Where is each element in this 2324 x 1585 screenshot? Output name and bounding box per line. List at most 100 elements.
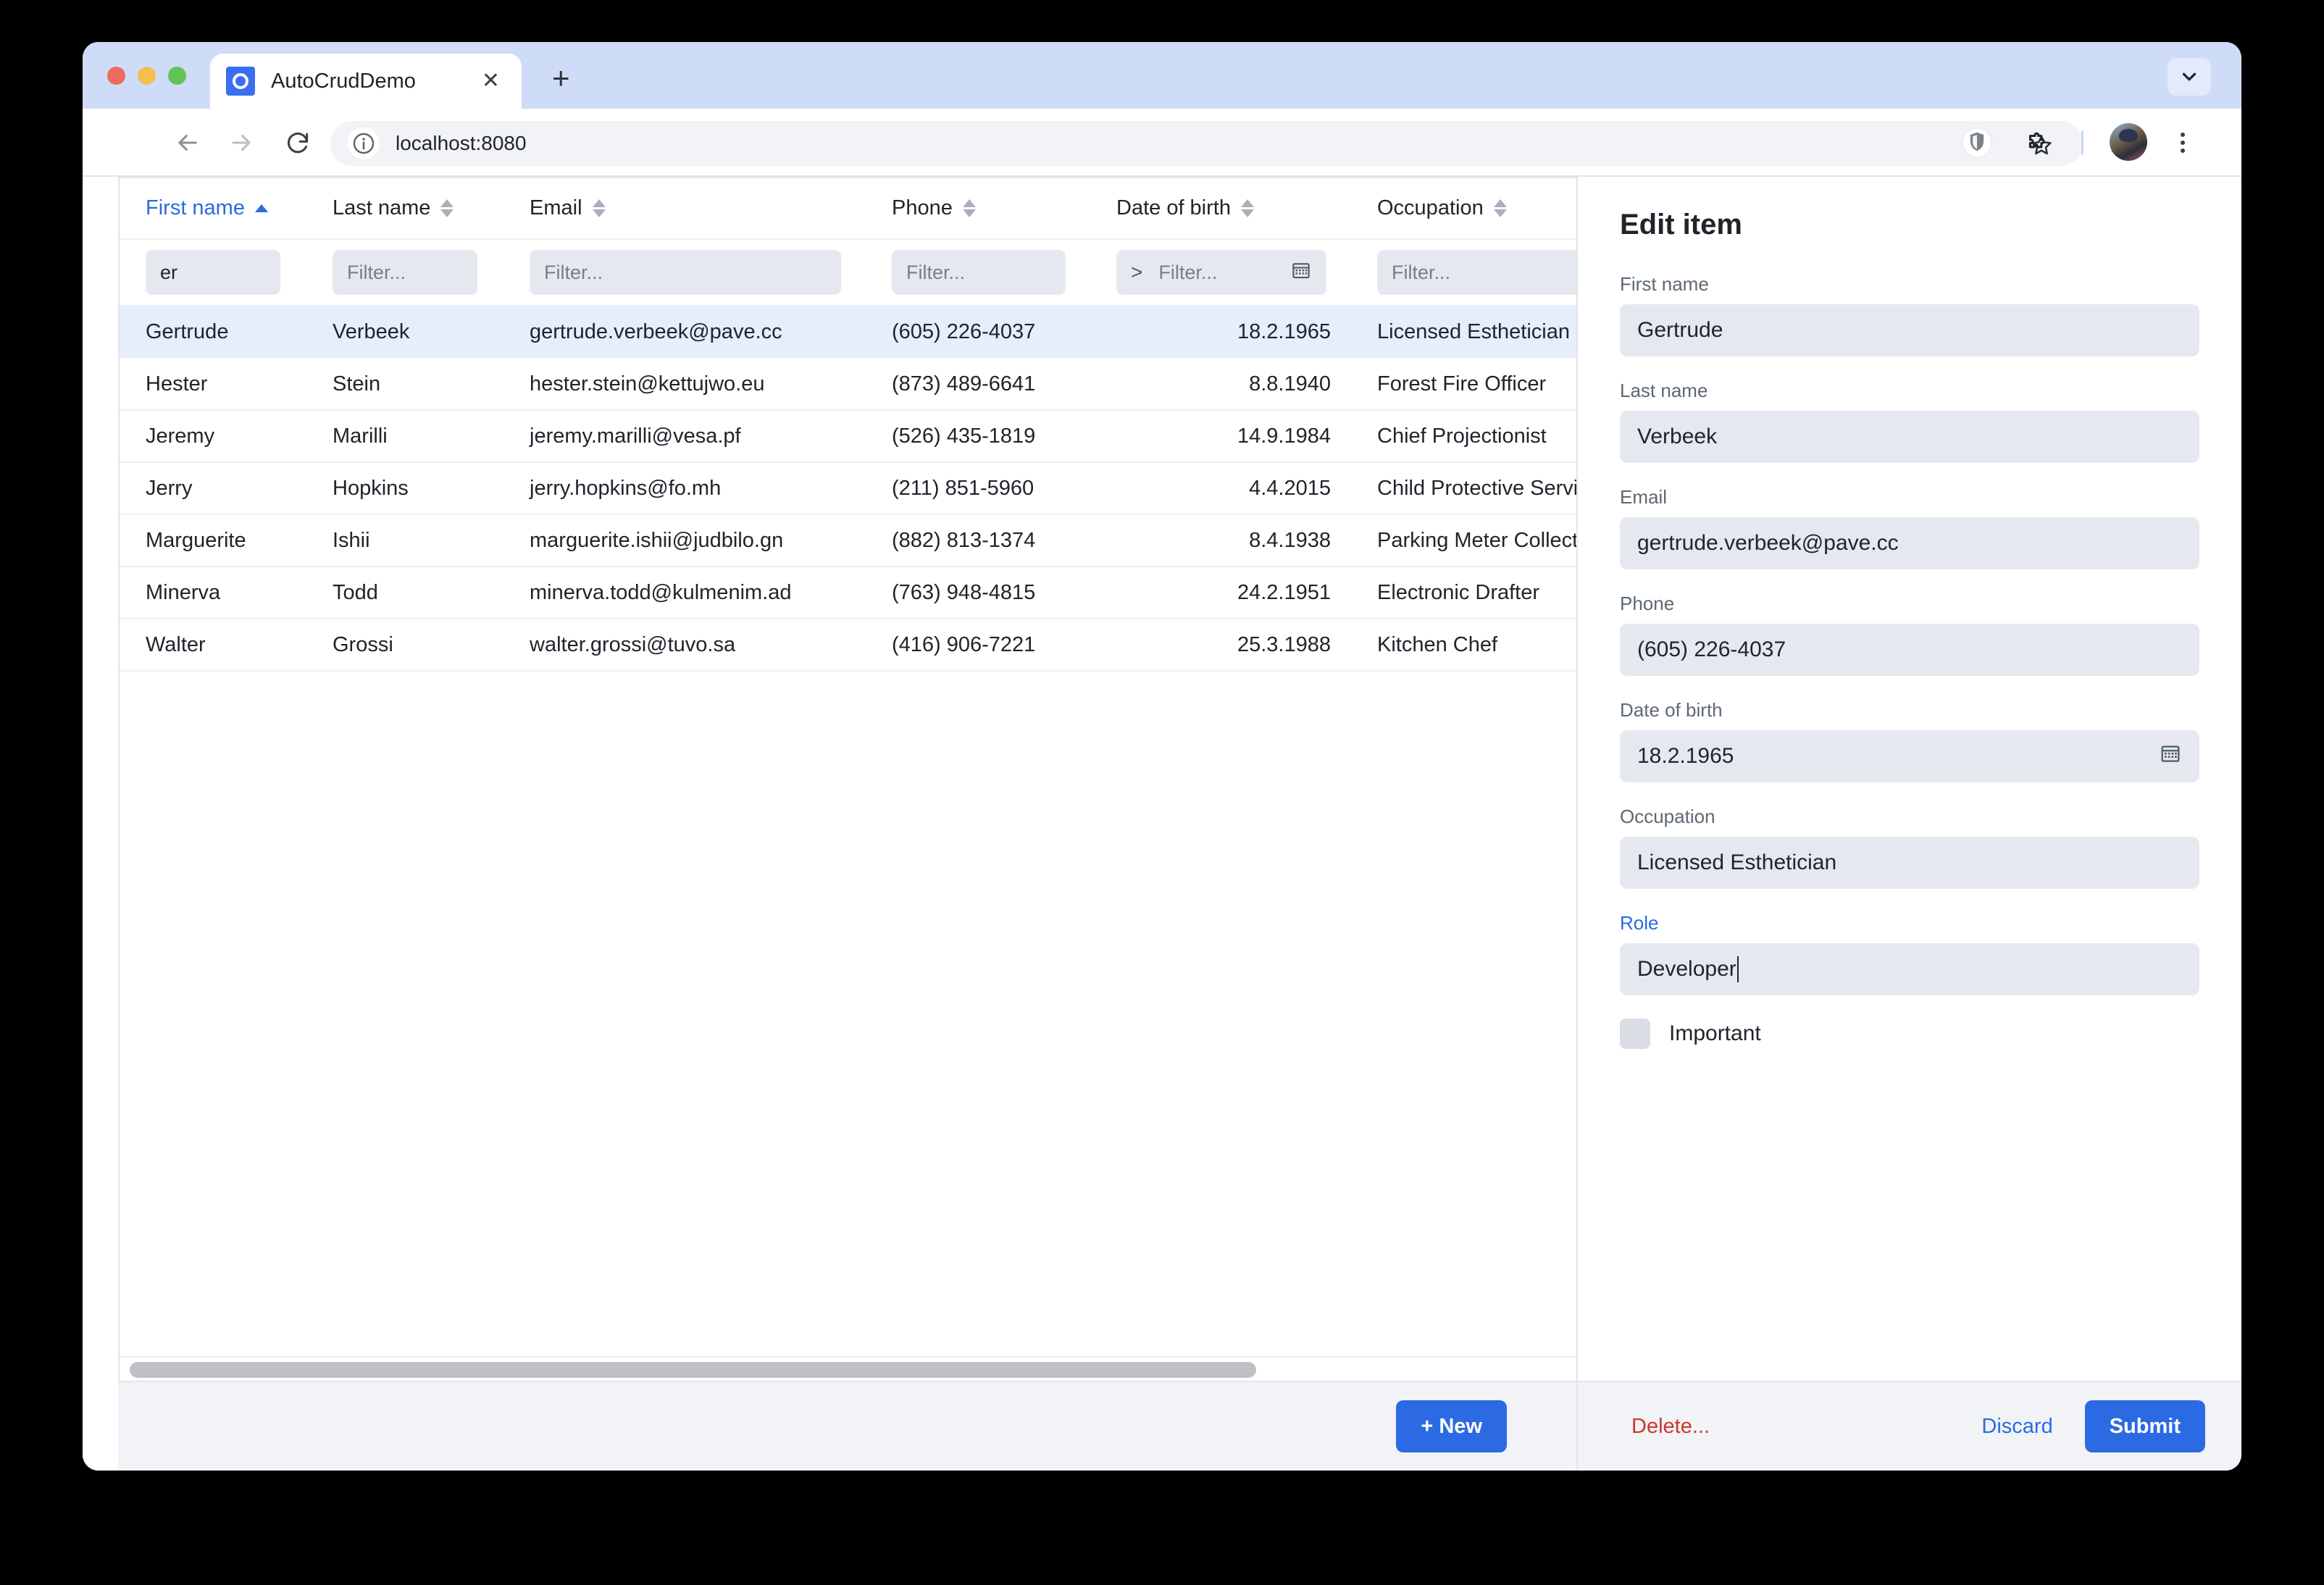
tab-close-icon[interactable]: ✕ (476, 67, 506, 95)
field-label: Role (1620, 912, 2199, 934)
cell-first-name: Marguerite (120, 514, 306, 566)
field-value: Verbeek (1637, 425, 1717, 449)
date-of-birth-input[interactable]: 18.2.1965 (1620, 730, 2199, 782)
info-circle-icon (351, 131, 376, 156)
site-info-icon[interactable] (348, 127, 380, 159)
last-name-input[interactable]: Verbeek (1620, 411, 2199, 463)
cell-phone: (416) 906-7221 (866, 619, 1090, 671)
important-checkbox[interactable] (1620, 1019, 1650, 1049)
cell-first-name: Walter (120, 619, 306, 671)
table-row[interactable]: Minerva Todd minerva.todd@kulmenim.ad (7… (120, 566, 1576, 619)
cell-last-name: Hopkins (306, 462, 503, 514)
puzzle-extension-icon[interactable] (2018, 125, 2055, 161)
table-row[interactable]: Jeremy Marilli jeremy.marilli@vesa.pf (5… (120, 410, 1576, 462)
filter-input-last-name[interactable]: Filter... (333, 250, 477, 295)
reload-button[interactable] (280, 125, 316, 161)
column-header-label: Last name (333, 196, 430, 220)
filter-input-occupation[interactable]: Filter... (1377, 250, 1576, 295)
field-email: Email gertrude.verbeek@pave.cc (1620, 486, 2199, 569)
table-row[interactable]: Gertrude Verbeek gertrude.verbeek@pave.c… (120, 306, 1576, 358)
data-grid: First name Last name (118, 177, 1576, 1381)
first-name-input[interactable]: Gertrude (1620, 304, 2199, 356)
window-minimize-button[interactable] (138, 67, 156, 85)
column-header-occupation[interactable]: Occupation (1351, 178, 1576, 239)
field-phone: Phone (605) 226-4037 (1620, 593, 2199, 676)
grid-horizontal-scrollbar[interactable] (120, 1356, 1576, 1381)
cell-phone: (605) 226-4037 (866, 306, 1090, 358)
browser-tab[interactable]: AutoCrudDemo ✕ (210, 54, 522, 109)
address-bar[interactable]: localhost:8080 (330, 121, 2083, 166)
column-header-last-name[interactable]: Last name (306, 178, 503, 239)
grid-scrollbar-thumb[interactable] (130, 1362, 1256, 1378)
submit-button[interactable]: Submit (2085, 1400, 2205, 1452)
table-row[interactable]: Hester Stein hester.stein@kettujwo.eu (8… (120, 358, 1576, 410)
cell-first-name: Jerry (120, 462, 306, 514)
sort-ascending-icon (255, 204, 268, 212)
new-tab-button[interactable]: + (552, 62, 570, 94)
chevron-down-icon (2178, 66, 2200, 88)
important-checkbox-row[interactable]: Important (1620, 1019, 2199, 1049)
field-label: Phone (1620, 593, 2199, 615)
column-header-label: Occupation (1377, 196, 1484, 220)
cell-date-of-birth: 8.4.1938 (1090, 514, 1351, 566)
filter-input-first-name[interactable]: er (146, 250, 280, 295)
table-row[interactable]: Marguerite Ishii marguerite.ishii@judbil… (120, 514, 1576, 566)
column-header-phone[interactable]: Phone (866, 178, 1090, 239)
field-role: Role Developer (1620, 912, 2199, 995)
occupation-input[interactable]: Licensed Esthetician (1620, 837, 2199, 889)
app-favicon (226, 67, 255, 96)
window-close-button[interactable] (107, 67, 125, 85)
edit-item-panel: Edit item First name Gertrude Last name … (1576, 177, 2241, 1471)
field-label: Last name (1620, 380, 2199, 402)
column-header-first-name[interactable]: First name (120, 178, 306, 239)
filter-input-email[interactable]: Filter... (530, 250, 841, 295)
shield-extension-icon[interactable] (1959, 125, 1995, 161)
phone-input[interactable]: (605) 226-4037 (1620, 624, 2199, 676)
cell-phone: (211) 851-5960 (866, 462, 1090, 514)
field-label: Email (1620, 486, 2199, 509)
cell-email: jeremy.marilli@vesa.pf (503, 410, 866, 462)
back-button[interactable] (170, 125, 206, 161)
cell-occupation: Chief Projectionist (1351, 410, 1576, 462)
calendar-icon[interactable] (1290, 259, 1312, 286)
important-label: Important (1669, 1021, 1761, 1046)
column-header-email[interactable]: Email (503, 178, 866, 239)
role-input[interactable]: Developer (1620, 943, 2199, 995)
cell-first-name: Hester (120, 358, 306, 410)
cell-email: minerva.todd@kulmenim.ad (503, 566, 866, 619)
discard-button[interactable]: Discard (1967, 1400, 2067, 1452)
cell-last-name: Stein (306, 358, 503, 410)
forward-button[interactable] (223, 125, 259, 161)
browser-window: AutoCrudDemo ✕ + (83, 42, 2241, 1471)
filter-operator[interactable]: > (1131, 261, 1142, 284)
cell-last-name: Grossi (306, 619, 503, 671)
window-traffic-lights (107, 67, 186, 85)
column-header-date-of-birth[interactable]: Date of birth (1090, 178, 1351, 239)
data-grid-table: First name Last name (120, 178, 1576, 672)
column-header-label: Date of birth (1116, 196, 1231, 220)
profile-avatar[interactable] (2110, 123, 2147, 161)
puzzle-icon (2021, 127, 2052, 158)
cell-date-of-birth: 18.2.1965 (1090, 306, 1351, 358)
filter-input-date-of-birth[interactable]: > Filter... (1116, 250, 1326, 295)
cell-date-of-birth: 14.9.1984 (1090, 410, 1351, 462)
cell-email: jerry.hopkins@fo.mh (503, 462, 866, 514)
field-label: Occupation (1620, 806, 2199, 828)
filter-value: er (160, 262, 177, 284)
table-row[interactable]: Jerry Hopkins jerry.hopkins@fo.mh (211) … (120, 462, 1576, 514)
table-row[interactable]: Walter Grossi walter.grossi@tuvo.sa (416… (120, 619, 1576, 671)
delete-button[interactable]: Delete... (1617, 1400, 1724, 1452)
cell-occupation: Forest Fire Officer (1351, 358, 1576, 410)
window-maximize-button[interactable] (168, 67, 186, 85)
email-input[interactable]: gertrude.verbeek@pave.cc (1620, 517, 2199, 569)
edit-panel-title: Edit item (1620, 209, 2199, 241)
tab-search-button[interactable] (2168, 58, 2211, 96)
filter-input-phone[interactable]: Filter... (892, 250, 1066, 295)
new-item-button[interactable]: + New (1396, 1400, 1507, 1452)
toolbar-divider (2081, 130, 2083, 155)
cell-last-name: Todd (306, 566, 503, 619)
calendar-icon[interactable] (2159, 742, 2182, 771)
three-dot-menu-icon[interactable] (2165, 125, 2201, 161)
grid-header-row: First name Last name (120, 178, 1576, 239)
address-bar-url: localhost:8080 (396, 132, 527, 155)
